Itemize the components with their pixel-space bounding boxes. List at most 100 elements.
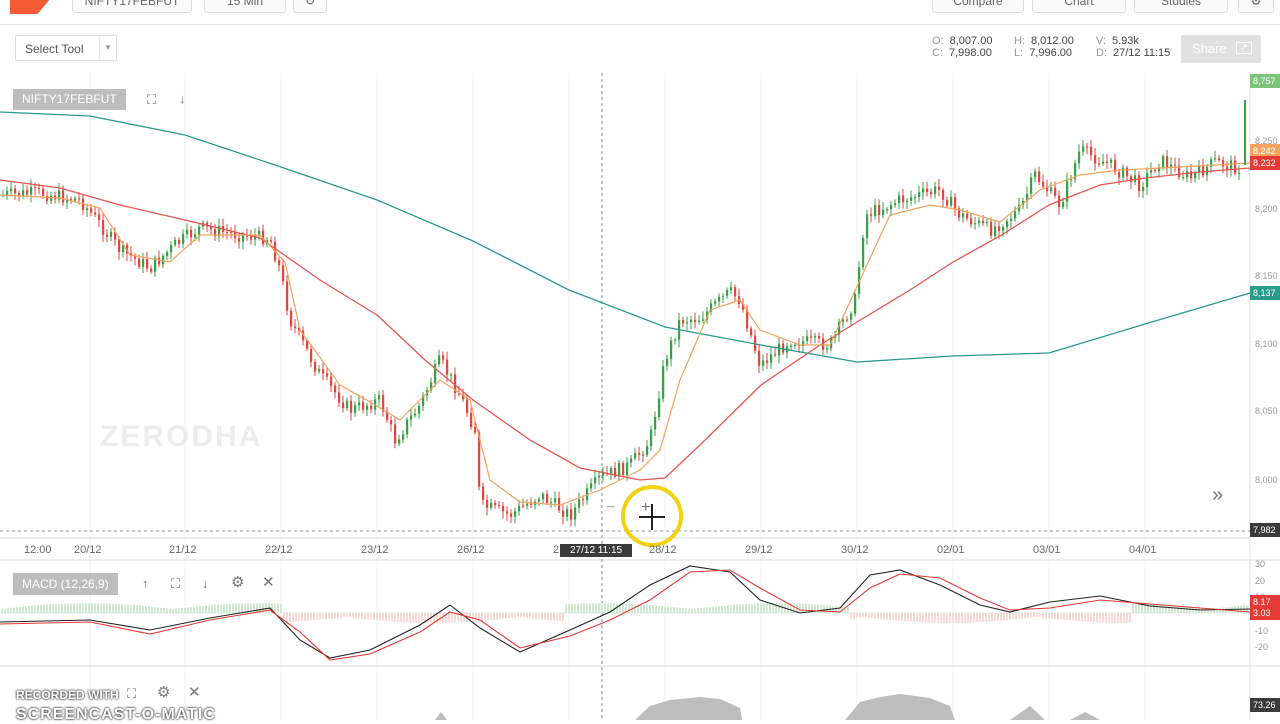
candle-body (718, 296, 721, 302)
candle-body (734, 287, 737, 297)
gear-icon[interactable]: ⚙ (157, 685, 170, 700)
close-icon[interactable]: ✕ (188, 685, 201, 700)
candle-body (38, 187, 41, 189)
candle-body (1174, 164, 1177, 166)
zoom-in-icon[interactable]: + (641, 499, 650, 516)
candle-body (694, 319, 697, 323)
candle-body (650, 429, 653, 447)
candle-body (966, 213, 969, 219)
candle-body (866, 214, 869, 238)
macd-signal-line (0, 569, 1251, 661)
candle-body (358, 402, 361, 406)
fullscreen-icon[interactable]: ⛶ (171, 577, 180, 591)
close-icon[interactable]: ✕ (262, 575, 275, 590)
candle-body (842, 319, 845, 322)
candle-body (882, 209, 885, 216)
studies-button[interactable]: Studies (1134, 0, 1228, 13)
candle-body (170, 244, 173, 253)
x-axis-label: 02/01 (937, 544, 965, 556)
candle-body (918, 192, 921, 198)
candle-body (774, 354, 777, 356)
candle-body (310, 348, 313, 362)
candle-body (174, 239, 177, 245)
fullscreen-icon[interactable]: ⛶ (127, 687, 136, 701)
candle-body (286, 281, 289, 311)
date-value: 27/12 11:15 (1113, 47, 1171, 59)
candle-body (722, 295, 725, 297)
candle-body (1138, 175, 1141, 192)
refresh-button[interactable]: ↻ (293, 0, 327, 13)
candle-body (1038, 171, 1041, 182)
volume-key: V: (1096, 35, 1106, 47)
candle-body (950, 196, 953, 206)
fullscreen-icon[interactable]: ⛶ (147, 93, 156, 107)
candle-body (50, 195, 53, 202)
candle-body (14, 188, 17, 194)
candle-body (1070, 179, 1073, 181)
select-tool-label: Select Tool (25, 42, 84, 56)
x-axis-label: 28/12 (649, 544, 677, 556)
arrow-down-icon[interactable]: ↓ (179, 92, 186, 106)
candle-body (846, 319, 849, 321)
symbol-select[interactable]: NIFTY17FEBFUT (72, 0, 192, 13)
candle-body (942, 189, 945, 200)
x-axis-label: 2 (553, 544, 560, 556)
candle-body (1162, 156, 1165, 168)
zoom-out-icon[interactable]: − (606, 499, 615, 516)
candle-body (934, 186, 937, 194)
candle-body (198, 226, 201, 235)
candle-body (806, 336, 809, 342)
candle-body (10, 188, 13, 192)
interval-select[interactable]: 15 Min (204, 0, 286, 13)
candle-body (946, 199, 949, 206)
candle-body (862, 237, 865, 268)
close-value: 7,998.00 (949, 47, 992, 59)
x-axis-label: 30/12 (841, 544, 869, 556)
gear-icon: ⚙ (1250, 0, 1262, 8)
settings-button[interactable]: ⚙ (1238, 0, 1274, 13)
high-value: 8,012.00 (1031, 35, 1074, 47)
candle-body (726, 290, 729, 296)
candle-body (98, 214, 101, 220)
candle-body (778, 343, 781, 356)
candle-body (730, 287, 733, 291)
scroll-right-icon[interactable]: » (1212, 484, 1223, 507)
candle-body (1042, 181, 1045, 187)
candle-body (446, 359, 449, 375)
macd-y-label: 20 (1255, 576, 1266, 586)
candle-body (1082, 146, 1085, 152)
candle-body (290, 310, 293, 327)
x-axis-label: 21/12 (169, 544, 197, 556)
price-chart-canvas[interactable]: − + (0, 73, 1280, 720)
share-button[interactable]: Share ↗ (1181, 35, 1261, 63)
candle-body (350, 400, 353, 413)
candle-body (166, 252, 169, 256)
candle-body (954, 196, 957, 209)
compare-button[interactable]: Compare (932, 0, 1024, 13)
interval-select-label: 15 Min (226, 0, 264, 8)
ema-mid-price-tag: 8,232 (1250, 156, 1280, 170)
candle-body (630, 458, 633, 463)
candle-body (502, 505, 505, 512)
recorder-watermark-brand: SCREENCAST-O-MATIC (16, 706, 216, 723)
arrow-up-icon[interactable]: ↑ (142, 577, 149, 591)
candle-body (554, 498, 557, 503)
candle-body (1234, 160, 1237, 174)
gear-icon[interactable]: ⚙ (231, 575, 244, 590)
candle-body (894, 203, 897, 205)
candle-body (810, 336, 813, 338)
candle-body (414, 413, 417, 416)
candle-body (106, 234, 109, 237)
candle-body (22, 190, 25, 197)
candle-body (518, 505, 521, 512)
candle-body (1094, 155, 1097, 164)
kite-logo (10, 0, 56, 14)
share-label: Share (1192, 41, 1227, 56)
arrow-down-icon[interactable]: ↓ (202, 577, 209, 591)
candle-body (686, 322, 689, 324)
candle-body (142, 258, 145, 267)
select-tool-dropdown[interactable]: Select Tool ▼ (15, 35, 117, 61)
candle-body (1122, 167, 1125, 178)
candle-body (314, 361, 317, 372)
chart-type-button[interactable]: Chart (1032, 0, 1126, 13)
